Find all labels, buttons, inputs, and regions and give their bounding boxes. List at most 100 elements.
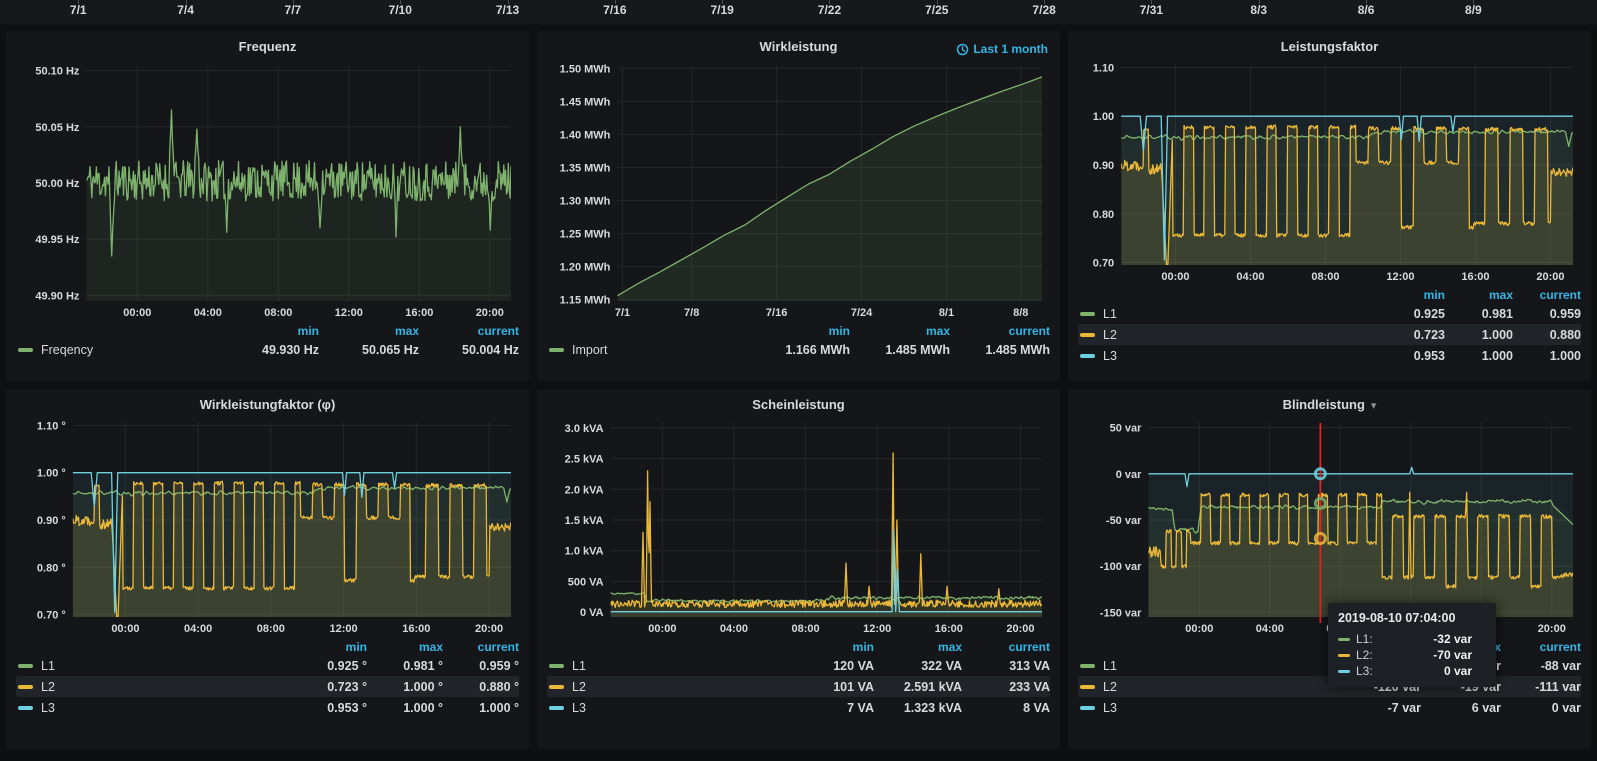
svg-text:00:00: 00:00 bbox=[1161, 271, 1189, 283]
legend-stat-value: 2.591 kVA bbox=[874, 680, 962, 694]
svg-text:1.5 kVA: 1.5 kVA bbox=[565, 515, 604, 527]
legend-header-current[interactable]: current bbox=[1501, 640, 1581, 654]
legend-series-label[interactable]: Freqency bbox=[41, 343, 93, 357]
legend-stat-value: 0.723 ° bbox=[291, 680, 367, 694]
panel-title-frequenz[interactable]: Frequenz bbox=[239, 39, 297, 54]
legend-header-current[interactable]: current bbox=[1513, 288, 1581, 302]
timeline-date: 7/19 bbox=[710, 3, 733, 17]
series-color-dash-icon bbox=[1080, 354, 1095, 358]
timeline-date: 7/28 bbox=[1032, 3, 1055, 17]
svg-text:12:00: 12:00 bbox=[330, 623, 358, 635]
svg-text:20:00: 20:00 bbox=[475, 623, 503, 635]
legend-header-current[interactable]: current bbox=[443, 640, 519, 654]
legend-header-max[interactable]: max bbox=[874, 640, 962, 654]
legend-stat-value: 0.925 bbox=[1377, 307, 1445, 321]
legend-header-min[interactable]: min bbox=[219, 324, 319, 338]
time-range-indicator[interactable]: Last 1 month bbox=[956, 37, 1048, 61]
legend-stat-value: 322 VA bbox=[874, 659, 962, 673]
legend-header-min[interactable]: min bbox=[1377, 288, 1445, 302]
svg-text:8/1: 8/1 bbox=[939, 307, 954, 319]
series-color-dash-icon bbox=[18, 348, 33, 352]
legend-series-label[interactable]: L3 bbox=[41, 701, 55, 715]
legend-stat-value: 49.930 Hz bbox=[219, 343, 319, 357]
svg-text:08:00: 08:00 bbox=[1311, 271, 1339, 283]
svg-text:50.00 Hz: 50.00 Hz bbox=[35, 178, 80, 190]
chart-leistungsfaktor[interactable]: 1.101.000.900.800.7000:0004:0008:0012:00… bbox=[1078, 59, 1581, 285]
panel-title-wirkleistungfaktor[interactable]: Wirkleistungfaktor (φ) bbox=[200, 397, 336, 412]
chart-wirkleistung[interactable]: 1.50 MWh1.45 MWh1.40 MWh1.35 MWh1.30 MWh… bbox=[547, 59, 1050, 321]
series-color-dash-icon bbox=[549, 664, 564, 668]
svg-text:04:00: 04:00 bbox=[1256, 623, 1284, 635]
legend-series-label[interactable]: L2 bbox=[572, 680, 586, 694]
legend-series-label[interactable]: L1 bbox=[41, 659, 55, 673]
panel-menu-caret-icon[interactable]: ▾ bbox=[1371, 400, 1377, 412]
legend-stat-value: 0 var bbox=[1501, 701, 1581, 715]
legend-series-row: L37 VA1.323 kVA8 VA bbox=[547, 697, 1050, 718]
panel-scheinleistung: Scheinleistung 3.0 kVA2.5 kVA2.0 kVA1.5 … bbox=[537, 389, 1060, 749]
legend-header-min[interactable]: min bbox=[750, 324, 850, 338]
legend-series-label[interactable]: L2 bbox=[1103, 328, 1117, 342]
svg-text:3.0 kVA: 3.0 kVA bbox=[565, 423, 604, 435]
legend-header-max[interactable]: max bbox=[367, 640, 443, 654]
legend-header-min[interactable]: min bbox=[291, 640, 367, 654]
legend-header-min[interactable]: min bbox=[786, 640, 874, 654]
legend-stat-value: -7 var bbox=[1341, 701, 1421, 715]
tooltip-series-value: -32 var bbox=[1388, 632, 1486, 646]
legend-series-label[interactable]: L1 bbox=[1103, 307, 1117, 321]
legend-series-label[interactable]: L3 bbox=[1103, 701, 1117, 715]
timeline-date: 8/3 bbox=[1250, 3, 1267, 17]
legend-stat-value: 1.485 MWh bbox=[850, 343, 950, 357]
series-color-dash-icon bbox=[1080, 685, 1095, 689]
series-color-dash-icon bbox=[549, 706, 564, 710]
legend-series-label[interactable]: L3 bbox=[1103, 349, 1117, 363]
legend-series-label[interactable]: L2 bbox=[41, 680, 55, 694]
timeline-date: 8/9 bbox=[1465, 3, 1482, 17]
clock-icon bbox=[956, 43, 969, 56]
chart-frequenz[interactable]: 50.10 Hz50.05 Hz50.00 Hz49.95 Hz49.90 Hz… bbox=[16, 59, 519, 321]
series-color-dash-icon bbox=[549, 685, 564, 689]
svg-text:0.70: 0.70 bbox=[1093, 258, 1114, 270]
svg-text:04:00: 04:00 bbox=[1236, 271, 1264, 283]
legend-series-label[interactable]: Import bbox=[572, 343, 607, 357]
svg-text:1.0 kVA: 1.0 kVA bbox=[565, 546, 604, 558]
timeline-date: 7/7 bbox=[285, 3, 302, 17]
legend-stat-value: 1.000 ° bbox=[443, 701, 519, 715]
legend-header-max[interactable]: max bbox=[850, 324, 950, 338]
legend-series-row: L10.925 °0.981 °0.959 ° bbox=[16, 655, 519, 676]
tooltip-row-l2: L2: -70 var bbox=[1338, 647, 1486, 663]
panel-title-leistungsfaktor[interactable]: Leistungsfaktor bbox=[1281, 39, 1379, 54]
tooltip-row-l3: L3: 0 var bbox=[1338, 663, 1486, 679]
svg-text:20:00: 20:00 bbox=[1536, 271, 1564, 283]
legend-header-max[interactable]: max bbox=[1445, 288, 1513, 302]
legend-stat-value: 120 VA bbox=[786, 659, 874, 673]
panel-title-scheinleistung[interactable]: Scheinleistung bbox=[752, 397, 844, 412]
legend-stat-value: 50.004 Hz bbox=[419, 343, 519, 357]
legend-header-current[interactable]: current bbox=[950, 324, 1050, 338]
chart-scheinleistung[interactable]: 3.0 kVA2.5 kVA2.0 kVA1.5 kVA1.0 kVA500 V… bbox=[547, 417, 1050, 637]
legend-series-row: Freqency49.930 Hz50.065 Hz50.004 Hz bbox=[16, 339, 519, 360]
legend-header-max[interactable]: max bbox=[319, 324, 419, 338]
legend-series-label[interactable]: L1 bbox=[1103, 659, 1117, 673]
legend-stat-value: 1.000 bbox=[1445, 349, 1513, 363]
panel-title-wirkleistung[interactable]: Wirkleistung bbox=[760, 39, 838, 54]
svg-text:00:00: 00:00 bbox=[111, 623, 139, 635]
svg-text:7/16: 7/16 bbox=[766, 307, 787, 319]
svg-text:16:00: 16:00 bbox=[402, 623, 430, 635]
legend-header-current[interactable]: current bbox=[962, 640, 1050, 654]
legend-frequenz: minmaxcurrentFreqency49.930 Hz50.065 Hz5… bbox=[16, 323, 519, 360]
chart-wirkleistungfaktor[interactable]: 1.10 °1.00 °0.90 °0.80 °0.70 °00:0004:00… bbox=[16, 417, 519, 637]
legend-series-label[interactable]: L1 bbox=[572, 659, 586, 673]
legend-stat-value: -111 var bbox=[1501, 680, 1581, 694]
svg-text:2.0 kVA: 2.0 kVA bbox=[565, 484, 604, 496]
legend-series-label[interactable]: L3 bbox=[572, 701, 586, 715]
series-color-dash-icon bbox=[1080, 312, 1095, 316]
legend-series-row: L2101 VA2.591 kVA233 VA bbox=[547, 676, 1050, 697]
legend-header-current[interactable]: current bbox=[419, 324, 519, 338]
panel-title-blindleistung[interactable]: Blindleistung bbox=[1283, 397, 1365, 412]
legend-series-label[interactable]: L2 bbox=[1103, 680, 1117, 694]
svg-text:1.10 °: 1.10 ° bbox=[37, 420, 66, 432]
svg-text:12:00: 12:00 bbox=[335, 307, 363, 319]
svg-text:04:00: 04:00 bbox=[184, 623, 212, 635]
legend-stat-value: 0.981 ° bbox=[367, 659, 443, 673]
svg-text:00:00: 00:00 bbox=[1185, 623, 1213, 635]
